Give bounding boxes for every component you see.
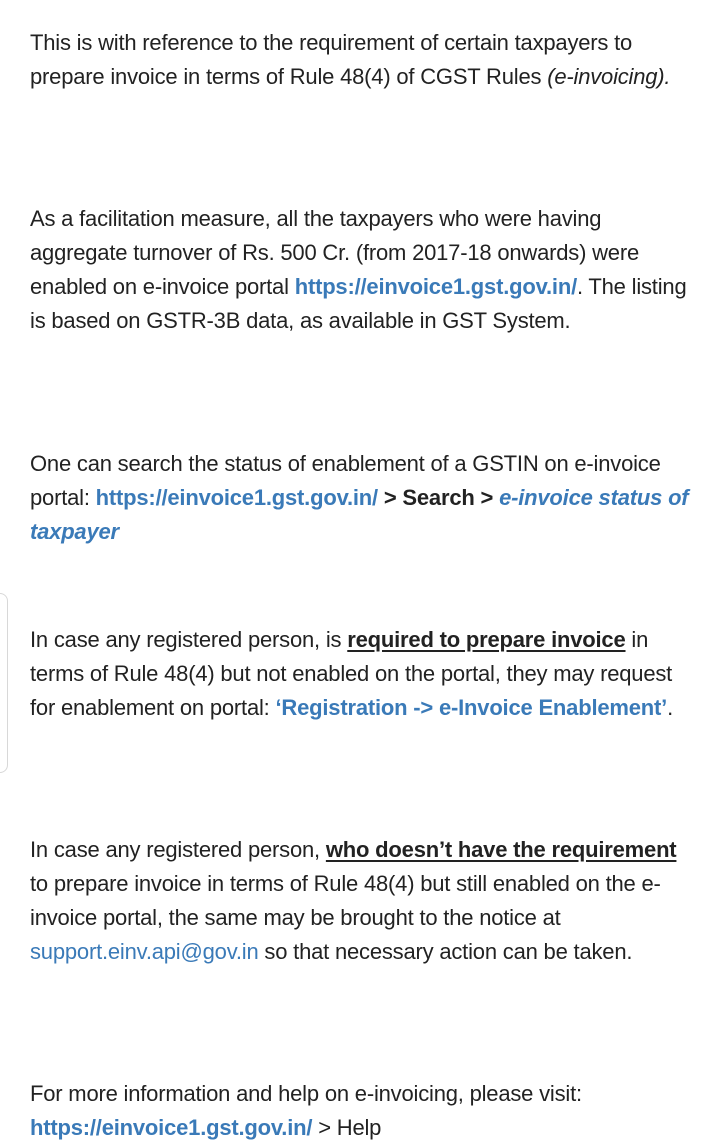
reference-text: This is with reference to the requiremen… xyxy=(30,30,633,89)
not-required-emphasis: who doesn’t have the requirement xyxy=(325,837,677,862)
not-required-text-2: to prepare invoice in terms of Rule 48(4… xyxy=(30,871,661,930)
not-required-text: In case any registered person, xyxy=(30,837,326,862)
einvoice-portal-link[interactable]: https://einvoice1.gst.gov.in/ xyxy=(30,1115,312,1140)
side-drawer-handle[interactable] xyxy=(0,593,8,773)
e-invoicing-italic: (e-invoicing). xyxy=(547,64,671,89)
paragraph-request-enablement: In case any registered person, is requir… xyxy=(30,623,700,725)
help-breadcrumb: > Help xyxy=(312,1115,382,1140)
support-email-link[interactable]: support.einv.api@gov.in xyxy=(30,939,259,964)
paragraph-more-info: For more information and help on e-invoi… xyxy=(30,1077,700,1145)
einvoice-portal-link[interactable]: https://einvoice1.gst.gov.in/ xyxy=(295,274,577,299)
einvoice-portal-link[interactable]: https://einvoice1.gst.gov.in/ xyxy=(96,485,378,510)
not-required-text-3: so that necessary action can be taken. xyxy=(258,939,633,964)
required-emphasis: required to prepare invoice xyxy=(347,627,626,652)
more-info-text: For more information and help on e-invoi… xyxy=(30,1081,582,1106)
registration-enablement-link[interactable]: ‘Registration -> e-Invoice Enablement’ xyxy=(276,695,668,720)
paragraph-facilitation: As a facilitation measure, all the taxpa… xyxy=(30,202,700,338)
paragraph-reference: This is with reference to the requiremen… xyxy=(30,26,700,94)
search-breadcrumb: > Search > xyxy=(377,485,500,510)
request-text: In case any registered person, is xyxy=(30,627,348,652)
period: . xyxy=(667,695,673,720)
paragraph-search-status: One can search the status of enablement … xyxy=(30,447,700,549)
paragraph-not-required: In case any registered person, who doesn… xyxy=(30,833,700,969)
